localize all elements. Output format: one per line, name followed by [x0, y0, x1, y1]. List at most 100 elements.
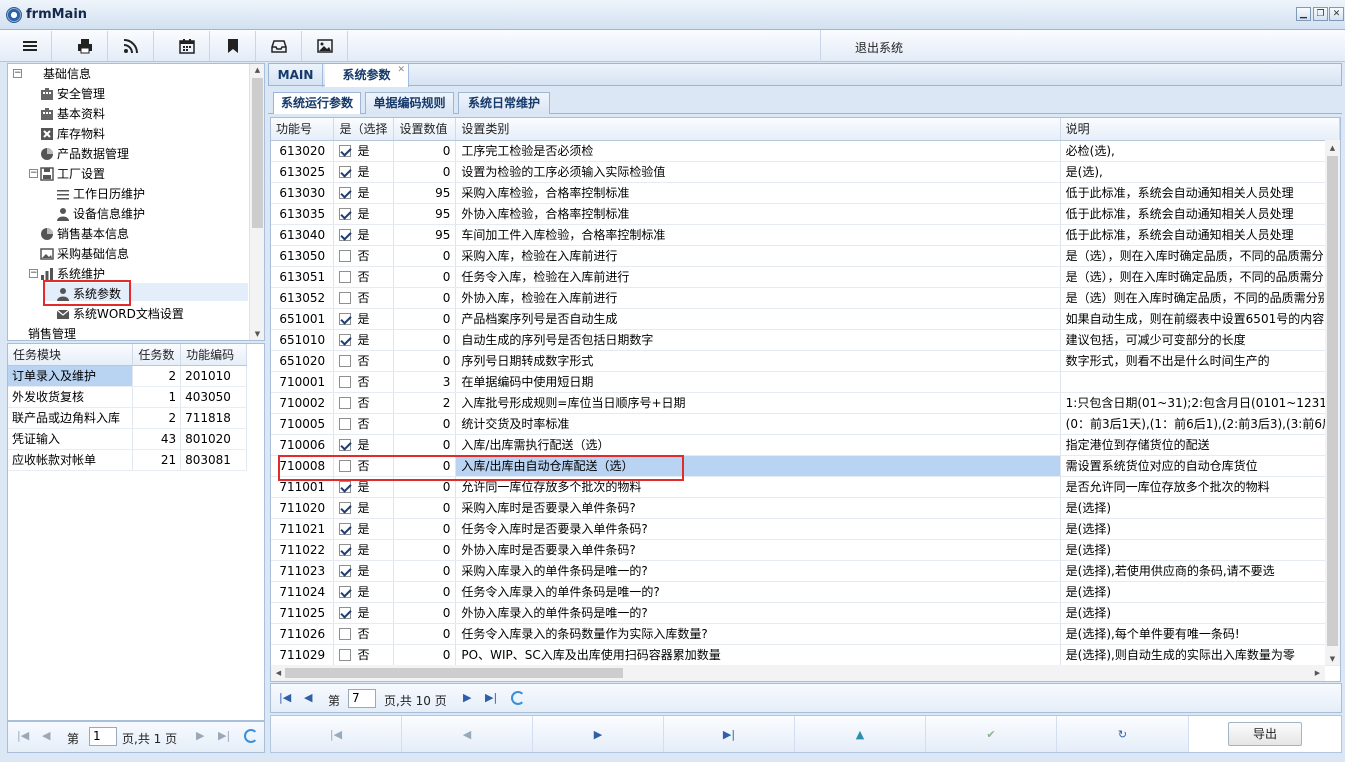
image-button[interactable]: [302, 31, 348, 61]
enabled-checkbox[interactable]: [339, 376, 352, 388]
enabled-cell[interactable]: 是: [333, 497, 395, 519]
tab-main[interactable]: MAIN: [269, 64, 323, 87]
enabled-checkbox[interactable]: [339, 649, 352, 661]
enabled-cell[interactable]: 否: [333, 392, 395, 414]
column-header-yes[interactable]: 是（选择: [333, 118, 395, 141]
scrollbar-thumb[interactable]: [252, 78, 263, 228]
tree-item-security[interactable]: 安全管理: [40, 84, 105, 104]
grid-row[interactable]: 613020 是 0 工序完工检验是否必须检 必检(选),: [271, 140, 1340, 162]
enabled-checkbox[interactable]: [339, 271, 352, 283]
column-header-code[interactable]: 功能号: [271, 118, 335, 141]
next-record-button[interactable]: ▶: [533, 716, 664, 752]
grid-row[interactable]: 711023 是 0 采购入库录入的单件条码是唯一的? 是(选择),若使用供应商的条码,…: [271, 560, 1340, 582]
tree-item-equipment[interactable]: 设备信息维护: [56, 204, 145, 224]
grid-vertical-scrollbar[interactable]: ▲ ▼: [1325, 140, 1340, 665]
enabled-cell[interactable]: 是: [333, 140, 395, 162]
setting-value-cell[interactable]: 0: [393, 287, 457, 309]
enabled-checkbox[interactable]: [339, 523, 352, 535]
task-row[interactable]: 联产品或边角料入库 2 711818: [8, 407, 247, 429]
enabled-checkbox[interactable]: [339, 334, 352, 346]
setting-value-cell[interactable]: 0: [393, 140, 457, 162]
enabled-cell[interactable]: 否: [333, 350, 395, 372]
enabled-cell[interactable]: 否: [333, 413, 395, 435]
grid-row[interactable]: 613040 是 95 车间加工件入库检验，合格率控制标准 低于此标准，系统会自动通知相…: [271, 224, 1340, 246]
setting-value-cell[interactable]: 95: [393, 224, 457, 246]
scrollbar-thumb[interactable]: [1327, 156, 1338, 646]
scroll-down-icon[interactable]: ▼: [1325, 653, 1340, 665]
export-button[interactable]: 导出: [1228, 722, 1302, 746]
setting-value-cell[interactable]: 3: [393, 371, 457, 393]
tree-item-sales-management[interactable]: 销售管理: [28, 324, 76, 340]
enabled-cell[interactable]: 是: [333, 182, 395, 204]
enabled-checkbox[interactable]: [339, 250, 352, 262]
column-header[interactable]: 任务模块: [8, 344, 134, 366]
first-page-icon[interactable]: |◀: [279, 691, 291, 704]
last-record-button[interactable]: ▶|: [664, 716, 795, 752]
tree-collapse-toggle[interactable]: −: [29, 269, 38, 278]
menu-button[interactable]: [8, 31, 52, 61]
grid-row[interactable]: 711026 否 0 任务令入库录入的条码数量作为实际入库数量? 是(选择),每个单件要…: [271, 623, 1340, 645]
setting-value-cell[interactable]: 0: [393, 161, 457, 183]
bookmark-button[interactable]: [210, 31, 256, 61]
setting-value-cell[interactable]: 0: [393, 413, 457, 435]
scroll-down-icon[interactable]: ▼: [250, 328, 264, 340]
enabled-checkbox[interactable]: [339, 439, 352, 451]
scroll-up-icon[interactable]: ▲: [1325, 142, 1340, 154]
last-page-icon[interactable]: ▶|: [485, 691, 497, 704]
column-header[interactable]: 任务数: [132, 344, 182, 366]
tree-item-factory-settings[interactable]: 工厂设置: [40, 164, 105, 184]
tab-daily-maintenance[interactable]: 系统日常维护: [458, 92, 550, 114]
next-page-icon[interactable]: ▶: [463, 691, 471, 704]
tab-doc-code-rules[interactable]: 单据编码规则: [365, 92, 454, 114]
grid-row[interactable]: 711022 是 0 外协入库时是否要录入单件条码? 是(选择): [271, 539, 1340, 561]
setting-value-cell[interactable]: 0: [393, 329, 457, 351]
enabled-cell[interactable]: 否: [333, 371, 395, 393]
enabled-checkbox[interactable]: [339, 502, 352, 514]
inbox-button[interactable]: [256, 31, 302, 61]
reload-button[interactable]: ↻: [1057, 716, 1189, 752]
grid-row[interactable]: 710005 否 0 统计交货及时率标准 (0：前3后1天),(1：前6后1),(2:前…: [271, 413, 1340, 435]
enabled-cell[interactable]: 是: [333, 308, 395, 330]
grid-row[interactable]: 613035 是 95 外协入库检验，合格率控制标准 低于此标准，系统会自动通知相关人员…: [271, 203, 1340, 225]
tree-item-inventory[interactable]: 库存物料: [40, 124, 105, 144]
refresh-icon[interactable]: [511, 691, 525, 705]
enabled-checkbox[interactable]: [339, 187, 352, 199]
enabled-checkbox[interactable]: [339, 544, 352, 556]
close-tab-icon[interactable]: ✕: [397, 64, 405, 76]
prev-page-icon[interactable]: ◀: [304, 691, 312, 704]
grid-row[interactable]: 711021 是 0 任务令入库时是否要录入单件条码? 是(选择): [271, 518, 1340, 540]
grid-row[interactable]: 613052 否 0 外协入库，检验在入库前进行 是（选）则在入库时确定品质，不同的品质…: [271, 287, 1340, 309]
enabled-cell[interactable]: 是: [333, 581, 395, 603]
task-row[interactable]: 订单录入及维护 2 201010: [8, 365, 247, 387]
close-button[interactable]: ✕: [1329, 7, 1344, 21]
scrollbar-thumb[interactable]: [285, 668, 623, 678]
calendar-button[interactable]: [164, 31, 210, 61]
setting-value-cell[interactable]: 0: [393, 560, 457, 582]
confirm-button[interactable]: ✔: [926, 716, 1057, 752]
grid-row[interactable]: 651010 是 0 自动生成的序列号是否包括日期数字 建议包括，可减少可变部分的长度: [271, 329, 1340, 351]
last-page-icon[interactable]: ▶|: [218, 729, 230, 742]
enabled-cell[interactable]: 是: [333, 161, 395, 183]
column-header-desc[interactable]: 说明: [1060, 118, 1340, 141]
grid-row[interactable]: 710006 是 0 入库/出库需执行配送（选） 指定港位到存储货位的配送: [271, 434, 1340, 456]
enabled-cell[interactable]: 是: [333, 203, 395, 225]
enabled-checkbox[interactable]: [339, 166, 352, 178]
enabled-checkbox[interactable]: [339, 565, 352, 577]
page-number-input[interactable]: 7: [348, 689, 376, 708]
enabled-cell[interactable]: 否: [333, 287, 395, 309]
enabled-checkbox[interactable]: [339, 292, 352, 304]
enabled-checkbox[interactable]: [339, 229, 352, 241]
enabled-checkbox[interactable]: [339, 628, 352, 640]
grid-horizontal-scrollbar[interactable]: ◀ ▶: [271, 665, 1325, 681]
enabled-cell[interactable]: 否: [333, 623, 395, 645]
setting-value-cell[interactable]: 0: [393, 518, 457, 540]
setting-value-cell[interactable]: 0: [393, 497, 457, 519]
grid-row[interactable]: 711024 是 0 任务令入库录入的单件条码是唯一的? 是(选择): [271, 581, 1340, 603]
setting-value-cell[interactable]: 0: [393, 581, 457, 603]
enabled-checkbox[interactable]: [339, 313, 352, 325]
setting-value-cell[interactable]: 2: [393, 392, 457, 414]
tree-item-product-data[interactable]: 产品数据管理: [40, 144, 129, 164]
enabled-cell[interactable]: 是: [333, 602, 395, 624]
tree-collapse-toggle[interactable]: −: [13, 69, 22, 78]
tree-scrollbar[interactable]: ▲ ▼: [249, 64, 264, 340]
